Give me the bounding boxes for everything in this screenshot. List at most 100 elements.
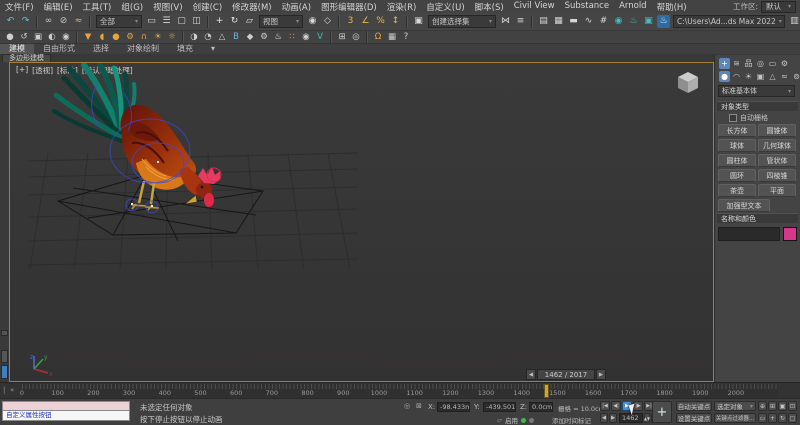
panel-tab-utilities[interactable]: ⚙ (779, 58, 790, 69)
ribbon-tab-selection[interactable]: 选择 (84, 44, 118, 54)
rectangular-selection-region-icon[interactable]: ▢ (175, 15, 188, 28)
toggle-ribbon-icon[interactable]: ▬ (567, 15, 580, 28)
area-light-icon[interactable]: ∩ (138, 32, 150, 43)
snap-toggle-icon[interactable]: 3 (344, 15, 357, 28)
maximize-viewport-icon[interactable]: ▢ (788, 413, 797, 423)
align-icon[interactable]: ≡ (514, 15, 527, 28)
timeline-key-icon[interactable]: « (10, 386, 14, 394)
select-by-name-icon[interactable]: ☰ (160, 15, 173, 28)
category-cameras[interactable]: ▣ (755, 71, 766, 82)
button-cone[interactable]: 圆锥体 (758, 124, 796, 137)
viewcube[interactable] (673, 67, 703, 97)
button-textplus[interactable]: 加强型文本 (718, 199, 770, 212)
menu-scripting[interactable]: 脚本(S) (470, 1, 509, 13)
light-create-icon[interactable]: ▼ (82, 32, 94, 43)
toggle-layer-explorer-icon[interactable]: ▦ (552, 15, 565, 28)
frame-prev-button[interactable]: ◀ (526, 369, 536, 380)
ribbon-tab-freeform[interactable]: 自由形式 (34, 44, 84, 54)
button-box[interactable]: 长方体 (718, 124, 756, 137)
batch-render-icon[interactable]: B (230, 32, 242, 43)
next-key-button[interactable]: ▶ (609, 413, 617, 423)
isolate-selection-icon[interactable]: ◎ (404, 402, 410, 410)
select-and-link-icon[interactable]: ∞ (42, 15, 55, 28)
menu-views[interactable]: 视图(V) (148, 1, 187, 13)
vray-icon[interactable]: V (314, 32, 326, 43)
percent-snap-icon[interactable]: % (374, 15, 387, 28)
named-selection-set-combo[interactable]: 创建选择集 ▾ (428, 15, 496, 28)
perspective-viewport[interactable]: [+] [透视] [标准] [默认明暗处理] x y z ◀ 1462 / 20… (9, 62, 714, 382)
button-teapot[interactable]: 茶壶 (718, 184, 756, 197)
undo-icon[interactable]: ↶ (4, 15, 17, 28)
menu-arnold[interactable]: Arnold (614, 1, 652, 13)
mirror-icon[interactable]: ⋈ (499, 15, 512, 28)
ribbon-tab-object-paint[interactable]: 对象绘制 (118, 44, 168, 54)
curve-editor-icon[interactable]: ∿ (582, 15, 595, 28)
spinner-snap-icon[interactable]: ↕ (389, 15, 402, 28)
add-time-tag[interactable]: 添加时间标记 (552, 415, 591, 425)
selected-dropdown[interactable]: 选定对象 ▾ (714, 401, 756, 411)
help-icon[interactable]: ? (400, 32, 412, 43)
menu-substance[interactable]: Substance (560, 1, 614, 13)
select-and-move-icon[interactable]: + (213, 15, 226, 28)
category-space-warps[interactable]: ≈ (779, 71, 790, 82)
auto-key-button[interactable]: 自动关键点 (676, 401, 712, 411)
raytrace-settings-icon[interactable]: ⚙ (258, 32, 270, 43)
menu-modifiers[interactable]: 修改器(M) (227, 1, 276, 13)
use-pivot-center-icon[interactable]: ◉ (306, 15, 319, 28)
cache-icon[interactable]: ▱ (497, 416, 502, 424)
selection-filter-dropdown[interactable]: 全部 ▾ (96, 15, 142, 28)
spot-light-icon[interactable]: ◖ (96, 32, 108, 43)
category-geometry[interactable]: ● (719, 71, 730, 82)
zoom-all-icon[interactable]: ⊞ (768, 401, 777, 411)
render-setup-icon[interactable]: ♨ (627, 15, 640, 28)
menu-tools[interactable]: 工具(T) (78, 1, 117, 13)
orbit-icon[interactable]: ↻ (778, 413, 787, 423)
selection-lock-icon[interactable]: ⊠ (416, 402, 422, 410)
name-color-rollout[interactable]: 名称和颜色 (717, 213, 798, 223)
go-to-start-button[interactable]: |◀ (600, 401, 610, 411)
eye-icon[interactable]: ◎ (350, 32, 362, 43)
bind-to-space-warp-icon[interactable]: ≈ (72, 15, 85, 28)
reference-coordinate-dropdown[interactable]: 视图 ▾ (259, 15, 303, 28)
panel-toggle-button-active[interactable] (1, 365, 8, 379)
menu-civil-view[interactable]: Civil View (509, 1, 560, 13)
tab-polygon-modeling[interactable]: 多边形建模 (2, 54, 51, 62)
panel-tab-hierarchy[interactable]: 品 (743, 58, 754, 69)
render-elements-icon[interactable]: ◆ (244, 32, 256, 43)
redo-icon[interactable]: ↷ (19, 15, 32, 28)
primitive-category-dropdown[interactable]: 标准基本体 ▾ (718, 85, 795, 97)
set-keys-button[interactable]: + (652, 401, 672, 423)
object-color-swatch[interactable] (783, 227, 797, 241)
menu-group[interactable]: 组(G) (116, 1, 148, 13)
window-crossing-icon[interactable]: ◫ (190, 15, 203, 28)
frame-next-button[interactable]: ▶ (596, 369, 606, 380)
environment-icon[interactable]: ◔ (202, 32, 214, 43)
menu-graph-editors[interactable]: 图形编辑器(D) (316, 1, 382, 13)
add-viewport-icon[interactable]: ⊞ (336, 32, 348, 43)
button-tube[interactable]: 管状体 (758, 154, 796, 167)
category-shapes[interactable]: ◠ (731, 71, 742, 82)
set-key-button[interactable]: 设置关键点 (676, 413, 712, 423)
menu-rendering[interactable]: 渲染(R) (382, 1, 422, 13)
toggle-scene-explorer-icon[interactable]: ▤ (537, 15, 550, 28)
viewport-general-menu[interactable]: [+] (16, 65, 28, 76)
light-settings-icon[interactable]: ⚙ (124, 32, 136, 43)
zoom-region-icon[interactable]: ▭ (758, 413, 767, 423)
render-teapot-icon[interactable]: ♨ (272, 32, 284, 43)
select-and-rotate-icon[interactable]: ↻ (228, 15, 241, 28)
panel-tab-modify[interactable]: ≋ (731, 58, 742, 69)
listener-line[interactable]: 自定义属性按钮 (2, 411, 130, 421)
state-sets-icon[interactable]: ▥ (788, 15, 800, 28)
atmosphere-icon[interactable]: △ (216, 32, 228, 43)
zoom-extents-icon[interactable]: ▣ (778, 401, 787, 411)
point-light-icon[interactable]: ● (110, 32, 122, 43)
previous-key-button[interactable]: ◀ (600, 413, 608, 423)
menu-help[interactable]: 帮助(H) (652, 1, 692, 13)
autogrid-checkbox[interactable] (729, 114, 737, 122)
workspace-dropdown[interactable]: 默认 ▾ (760, 0, 796, 13)
desktop-icon[interactable]: ▦ (386, 32, 398, 43)
project-folder-dropdown[interactable]: C:\Users\Ad...ds Max 2022 ▾ (673, 15, 785, 28)
zoom-extents-all-icon[interactable]: ⊡ (788, 401, 797, 411)
key-filters-button[interactable]: 关键点过滤器... (714, 413, 756, 423)
dock-handle-button[interactable] (1, 330, 8, 336)
